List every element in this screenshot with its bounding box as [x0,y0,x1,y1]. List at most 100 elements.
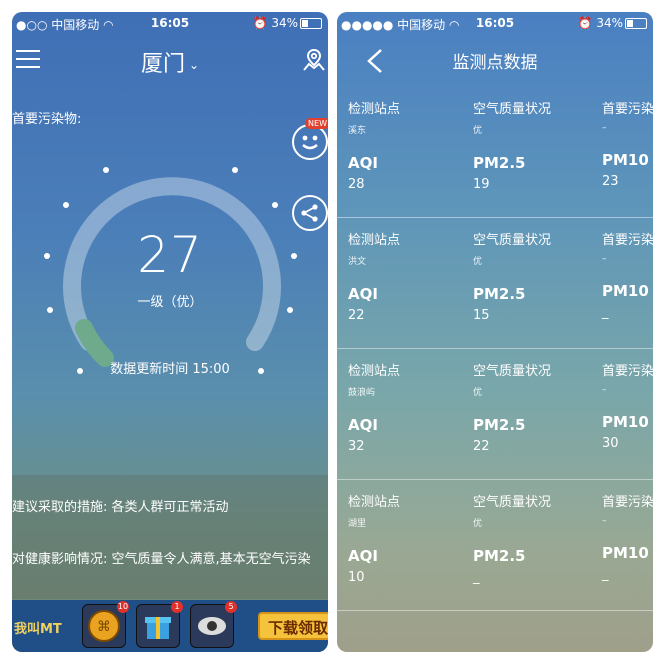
pm10-label: PM10 [602,282,649,300]
advice-measures: 建议采取的措施: 各类人群可正常活动 [12,500,229,515]
pm10-label: PM10 [602,413,649,431]
pm10-value: 23 [602,174,619,189]
battery-percent: 34% [271,16,298,30]
game-logo[interactable]: 我叫MT [12,604,72,646]
pm10-value: _ [602,305,609,320]
ad-badge: 5 [225,601,237,613]
quality-col: 空气质量状况优 PM2.5 _ [473,491,551,585]
pm25-label: PM2.5 [473,416,526,434]
nav-bar: 监测点数据 [337,34,653,86]
station-label: 检测站点 [348,233,401,248]
alarm-icon: ⏰ [252,16,268,30]
ad-badge: 10 [117,601,129,613]
quality-col: 空气质量状况优 PM2.5 22 [473,360,551,454]
chevron-down-icon: ⌄ [188,58,200,72]
pm10-label: PM10 [602,544,649,562]
primary-label: 首要污染 [602,102,653,117]
aqi-overview-screen: ●○○ 中国移动 ◠ 16:05 ⏰ 34% 厦门 ⌄ 首要污染物: NEW 2… [12,12,328,652]
aqi-label: AQI [348,285,378,303]
primary-value: – [602,385,607,395]
primary-col: 首要污染 – PM10 23 [602,98,653,189]
station-col: 检测站点湖里 AQI 10 [348,491,400,585]
svg-text:⌘: ⌘ [97,619,111,635]
station-col: 检测站点溪东 AQI 28 [348,98,400,192]
quality-value: 优 [473,388,483,398]
page-title: 监测点数据 [452,53,538,73]
station-col: 检测站点洪文 AQI 22 [348,229,400,323]
aqi-value: 22 [348,308,365,323]
primary-value: – [602,254,607,264]
quality-value: 优 [473,126,483,136]
monitoring-stations-screen: ●●●●● 中国移动 ◠ 16:05 ⏰ 34% 监测点数据 检测站点 溪东 AQI… [337,12,653,652]
pm25-value: 22 [473,439,490,454]
ad-eye-item[interactable]: 5 [190,601,237,648]
quality-label: 空气质量状况 [473,495,552,510]
ad-gift-item[interactable]: 1 [136,601,183,648]
primary-pollutant-label: 首要污染物: [12,112,82,127]
status-bar: ●○○ 中国移动 ◠ 16:05 ⏰ 34% [12,12,328,34]
primary-value: – [602,123,607,133]
ad-badge: 1 [171,601,183,613]
status-bar: ●●●●● 中国移动 ◠ 16:05 ⏰ 34% [337,12,653,34]
primary-label: 首要污染 [602,364,653,379]
update-time: 数据更新时间 15:00 [110,362,230,377]
pm25-label: PM2.5 [473,547,526,565]
quality-value: 优 [473,257,483,267]
status-right: ⏰ 34% [253,16,322,30]
pm25-value: 19 [473,177,490,192]
game-logo-text: 我叫MT [14,622,62,637]
pm10-label: PM10 [602,151,649,169]
battery-percent: 34% [596,16,623,30]
station-name: 鼓浪屿 [348,388,376,398]
station-name: 湖里 [348,519,367,529]
nav-bar: 厦门 ⌄ [12,34,328,86]
station-label: 检测站点 [348,364,401,379]
quality-col: 空气质量状况优 PM2.5 19 [473,98,551,192]
quality-label: 空气质量状况 [473,102,552,117]
advice-panel: 建议采取的措施: 各类人群可正常活动 对健康影响情况: 空气质量令人满意,基本无… [12,475,328,599]
pm10-value: _ [602,567,609,582]
advice-health: 对健康影响情况: 空气质量令人满意,基本无空气污染 [12,552,311,567]
station-row[interactable]: 检测站点鼓浪屿 AQI 32 空气质量状况优 PM2.5 22 首要污染 – PM10 30 [337,348,653,480]
pm25-value: _ [473,570,480,585]
primary-col: 首要污染 – PM10 _ [602,229,653,320]
quality-label: 空气质量状况 [473,233,552,248]
primary-label: 首要污染 [602,233,653,248]
ad-banner[interactable]: 我叫MT ⌘ 10 1 5 下载领取 [12,600,328,652]
aqi-label: AQI [348,154,378,172]
new-badge: NEW [305,118,328,129]
aqi-label: AQI [348,547,378,565]
alarm-icon: ⏰ [577,16,593,30]
pm25-value: 15 [473,308,490,323]
map-location-icon[interactable] [302,48,326,72]
station-label: 检测站点 [348,102,401,117]
ad-coin-item[interactable]: ⌘ 10 [82,601,129,648]
aqi-value: 32 [348,439,365,454]
station-name: 洪文 [348,257,367,267]
battery-icon [625,18,647,29]
station-row[interactable]: 检测站点洪文 AQI 22 空气质量状况优 PM2.5 15 首要污染 – PM10 _ [337,217,653,349]
station-col: 检测站点鼓浪屿 AQI 32 [348,360,400,454]
aqi-value: 10 [348,570,365,585]
city-selector[interactable]: 厦门 ⌄ [12,46,328,78]
primary-col: 首要污染 – PM10 30 [602,360,653,451]
aqi-value: 28 [348,177,365,192]
primary-value: – [602,516,607,526]
station-label: 检测站点 [348,495,401,510]
aqi-value: 27 [137,226,203,284]
station-row[interactable]: 检测站点 湖里 AQI 10 空气质量状况优 PM2.5 _ 首要污染 – PM10 _ [337,479,653,611]
station-name: 溪东 [348,126,367,136]
city-name: 厦门 [140,52,185,77]
quality-col: 空气质量状况优 PM2.5 15 [473,229,551,323]
quality-value: 优 [473,519,483,529]
battery-icon [300,18,322,29]
quality-label: 空气质量状况 [473,364,552,379]
aqi-label: AQI [348,416,378,434]
download-button[interactable]: 下载领取 [258,612,328,640]
status-right: ⏰ 34% [578,16,647,30]
pm25-label: PM2.5 [473,285,526,303]
primary-col: 首要污染 – PM10 _ [602,491,653,582]
aqi-level: 一级（优） [137,295,203,310]
station-row[interactable]: 检测站点 溪东 AQI 28 空气质量状况优 PM2.5 19 首要污染 – PM10 23 [337,86,653,218]
pm10-value: 30 [602,436,619,451]
